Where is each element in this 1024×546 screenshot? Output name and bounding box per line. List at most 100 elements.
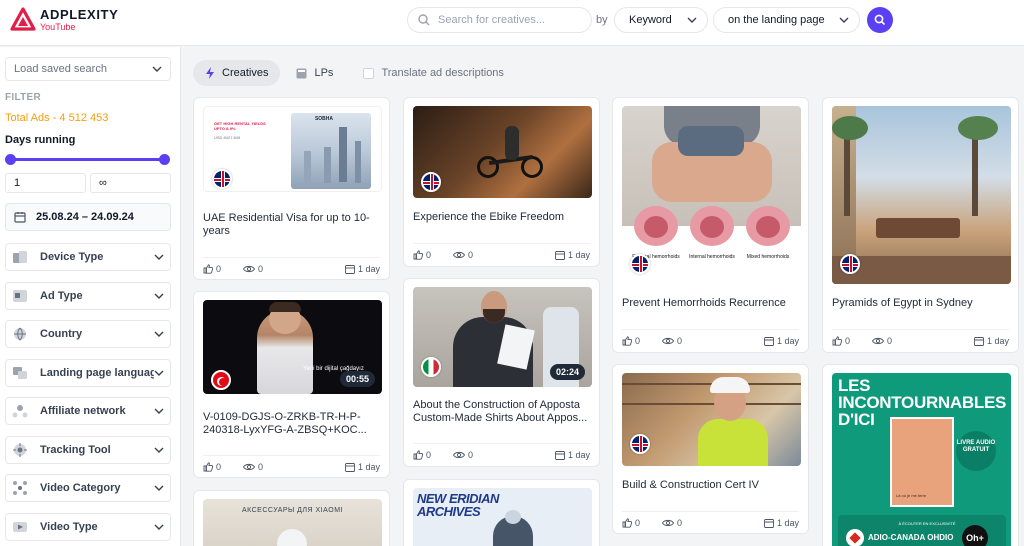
days-max-input[interactable]: ∞ <box>90 173 171 193</box>
search-box[interactable] <box>407 7 592 33</box>
tab-lps[interactable]: LPs <box>284 60 345 86</box>
days-stat: 1 day <box>764 518 799 528</box>
thumb-label: Mixed hemorrhoids <box>746 254 790 260</box>
search-field-dropdown[interactable]: Keyword <box>614 7 708 33</box>
thumbs-up-icon <box>832 336 842 346</box>
load-saved-search-dropdown[interactable]: Load saved search <box>5 57 171 81</box>
ohdio-logo: Oh+ <box>962 525 988 546</box>
filter-sidebar: Load saved search FILTER Total Ads - 4 5… <box>0 47 181 546</box>
search-input[interactable] <box>438 14 578 26</box>
creative-card[interactable]: 02:24 About the Construction of Apposta … <box>403 278 600 467</box>
calendar-icon <box>764 519 774 528</box>
filter-label: Ad Type <box>40 290 83 302</box>
translate-label: Translate ad descriptions <box>381 67 504 79</box>
creative-thumbnail[interactable]: АКСЕССУАРЫ ДЛЯ XIAOMI <box>203 499 382 546</box>
creative-title[interactable]: Build & Construction Cert IV <box>622 479 800 492</box>
creative-thumbnail[interactable] <box>832 106 1011 284</box>
saved-search-label: Load saved search <box>14 63 107 75</box>
slider-min-handle[interactable] <box>5 154 16 165</box>
by-label: by <box>596 14 608 26</box>
calendar-icon <box>974 337 984 346</box>
search-scope-dropdown[interactable]: on the landing page <box>713 7 860 33</box>
filter-tracking-tool[interactable]: Tracking Tool <box>5 436 171 464</box>
flag-uk-icon <box>421 172 441 192</box>
likes-stat: 0 <box>622 518 640 528</box>
creative-title[interactable]: Pyramids of Egypt in Sydney <box>832 297 1010 310</box>
creative-thumbnail[interactable]: GET HIGH RENTAL YIELDS UPTO 8-9% USD 842… <box>203 106 382 192</box>
views-stat: 0 <box>453 250 473 260</box>
tab-creatives[interactable]: Creatives <box>193 60 281 86</box>
views-stat: 0 <box>453 450 473 460</box>
calendar-icon <box>345 265 355 274</box>
creative-stats: 0 0 1 day <box>203 257 380 274</box>
creative-title[interactable]: V-0109-DGJS-O-ZRKB-TR-H-P-240318-LyxYFG-… <box>203 411 381 437</box>
days-running-slider[interactable] <box>10 158 165 161</box>
creative-thumbnail[interactable]: 02:24 <box>413 287 592 387</box>
globe-icon <box>12 326 28 342</box>
filter-device-type[interactable]: Device Type <box>5 243 171 271</box>
page-icon <box>296 68 307 78</box>
creative-card[interactable]: Pyramids of Egypt in Sydney 0 0 1 day <box>822 97 1019 353</box>
eye-icon <box>662 519 675 527</box>
creative-stats: 0 0 1 day <box>203 455 380 472</box>
chevron-down-icon <box>152 66 162 72</box>
creative-thumbnail[interactable]: LES INCONTOURNABLES D'ICI Là où je me te… <box>832 373 1011 546</box>
chevron-down-icon <box>154 293 164 299</box>
creative-title[interactable]: Prevent Hemorrhoids Recurrence <box>622 297 800 310</box>
filter-label: Video Type <box>40 521 98 533</box>
category-icon <box>12 480 28 496</box>
likes-stat: 0 <box>832 336 850 346</box>
network-icon <box>12 403 28 419</box>
creative-card[interactable]: АКСЕССУАРЫ ДЛЯ XIAOMI <box>193 490 390 546</box>
creative-card[interactable]: Yeni bir dijital çağdayız 00:55 V-0109-D… <box>193 291 390 478</box>
creative-card[interactable]: LES INCONTOURNABLES D'ICI Là où je me te… <box>822 364 1019 546</box>
search-button[interactable] <box>867 7 893 33</box>
language-icon <box>12 365 28 381</box>
filter-video-type[interactable]: Video Type <box>5 513 171 541</box>
days-min-input[interactable]: 1 <box>5 173 86 193</box>
days-stat: 1 day <box>555 250 590 260</box>
creative-card[interactable]: Build & Construction Cert IV 0 0 1 day <box>612 364 809 534</box>
date-range-picker[interactable]: 25.08.24 – 24.09.24 <box>5 203 171 231</box>
filter-country[interactable]: Country <box>5 320 171 348</box>
creative-thumbnail[interactable]: External hemorrhoids Internal hemorrhoid… <box>622 106 801 284</box>
translate-checkbox[interactable] <box>363 67 375 79</box>
filter-ad-type[interactable]: Ad Type <box>5 282 171 310</box>
creative-thumbnail[interactable] <box>413 106 592 198</box>
filter-video-category[interactable]: Video Category <box>5 474 171 502</box>
creative-title[interactable]: Experience the Ebike Freedom <box>413 211 591 224</box>
chevron-down-icon <box>154 485 164 491</box>
filter-label: Tracking Tool <box>40 444 111 456</box>
creative-card[interactable]: NEW ERIDIAN ARCHIVES <box>403 479 600 546</box>
filter-landing-page-language[interactable]: Landing page language <box>5 359 171 387</box>
creative-card[interactable]: Experience the Ebike Freedom 0 0 1 day <box>403 97 600 267</box>
days-running-label: Days running <box>5 134 76 146</box>
creative-title[interactable]: About the Construction of Apposta Custom… <box>413 399 591 425</box>
filter-label: Device Type <box>40 251 104 263</box>
lightning-icon <box>206 67 214 79</box>
creative-title[interactable]: UAE Residential Visa for up to 10-years <box>203 212 381 238</box>
flag-uk-icon <box>840 254 860 274</box>
translate-toggle[interactable]: Translate ad descriptions <box>363 67 504 79</box>
creative-card[interactable]: External hemorrhoids Internal hemorrhoid… <box>612 97 809 353</box>
logo[interactable]: ADPLEXITY YouTube <box>10 7 118 33</box>
views-stat: 0 <box>243 462 263 472</box>
total-ads-count: Total Ads - 4 512 453 <box>5 112 109 124</box>
thumbs-up-icon <box>622 518 632 528</box>
book-title: Là où je me terre <box>896 493 927 498</box>
station-name: ADIO-CANADA OHDIO <box>868 533 954 542</box>
creative-card[interactable]: GET HIGH RENTAL YIELDS UPTO 8-9% USD 842… <box>193 97 390 280</box>
eye-icon <box>453 451 466 459</box>
filter-affiliate-network[interactable]: Affiliate network <box>5 397 171 425</box>
creative-thumbnail[interactable]: Yeni bir dijital çağdayız 00:55 <box>203 300 382 394</box>
creative-thumbnail[interactable] <box>622 373 801 466</box>
thumb-footer: À ÉCOUTER EN EXCLUSIVITÉ <box>898 521 956 526</box>
creative-thumbnail[interactable]: NEW ERIDIAN ARCHIVES <box>413 488 592 546</box>
brand-name: ADPLEXITY <box>40 6 119 22</box>
search-icon <box>418 14 430 26</box>
filter-label: Affiliate network <box>40 405 126 417</box>
thumbs-up-icon <box>622 336 632 346</box>
chevron-down-icon <box>154 447 164 453</box>
slider-max-handle[interactable] <box>159 154 170 165</box>
views-stat: 0 <box>872 336 892 346</box>
